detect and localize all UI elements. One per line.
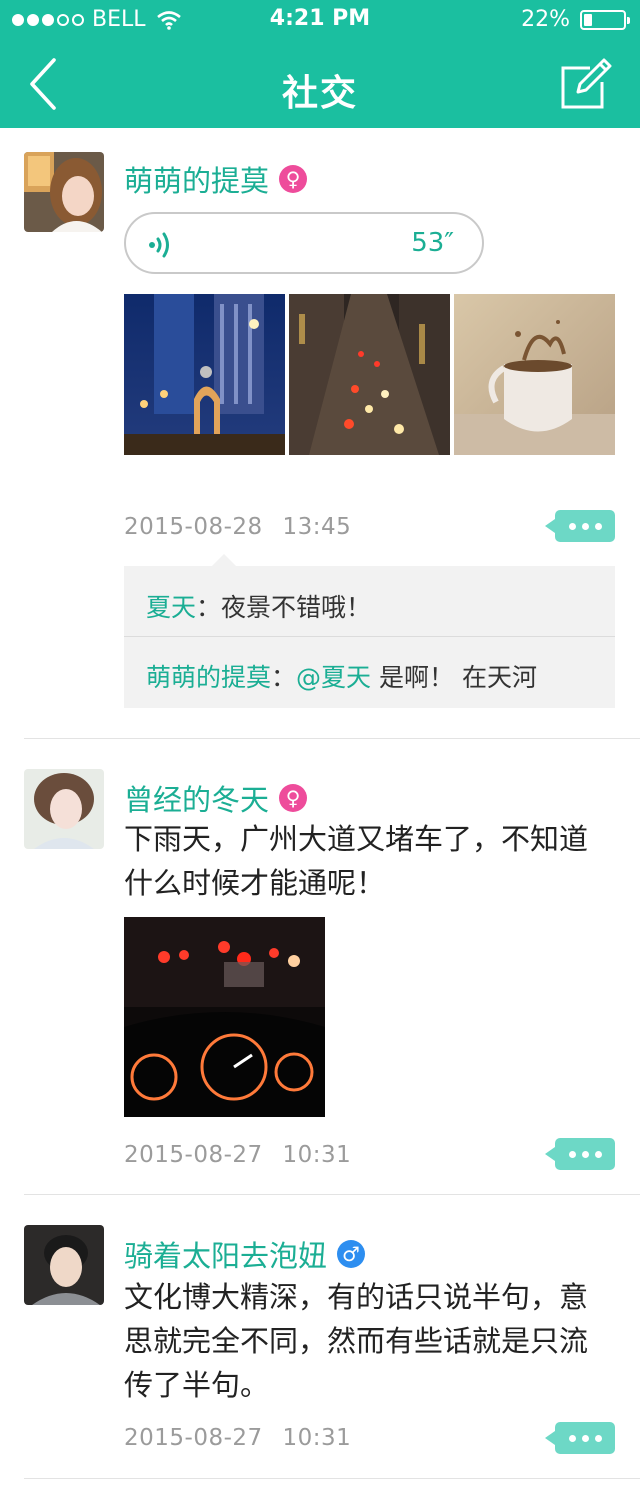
post-date: 2015-08-28 — [124, 514, 263, 540]
comment-mention[interactable]: @夏天 — [296, 663, 371, 692]
compose-button[interactable] — [560, 58, 612, 110]
female-icon: ♀ — [279, 165, 308, 193]
voice-duration: 53″ — [411, 228, 454, 258]
post-text: 文化博大精深，有的话只说半句，意思就完全不同，然而有些话就是只流传了半句。 — [124, 1280, 589, 1402]
comment-separator: ： — [271, 663, 297, 692]
comment-text: 是啊！ 在天河 — [371, 663, 537, 692]
feed-post: 骑着太阳去泡妞 ♂ 文化博大精深，有的话只说半句，意思就完全不同，然而有些话就是… — [0, 1195, 640, 1480]
dot — [568, 522, 576, 530]
username-label: 曾经的冬天 — [124, 783, 270, 817]
dot — [594, 1150, 602, 1158]
comment-item[interactable]: 萌萌的提莫：@夏天 是啊！ 在天河 — [146, 658, 537, 694]
compose-icon — [561, 58, 612, 109]
status-right: 22% — [521, 7, 630, 32]
post-timestamp: 2015-08-28 13:45 — [124, 514, 351, 540]
comment-divider — [124, 636, 615, 637]
male-icon: ♂ — [337, 1240, 366, 1268]
avatar[interactable] — [24, 1225, 104, 1305]
battery-icon — [580, 9, 630, 30]
dot — [581, 1150, 589, 1158]
comment-text: 夜景不错哦！ — [221, 593, 372, 622]
dot — [594, 522, 602, 530]
post-time: 10:31 — [282, 1425, 352, 1451]
username-label: 骑着太阳去泡妞 — [124, 1239, 328, 1273]
more-button[interactable] — [545, 1138, 615, 1170]
username-label: 萌萌的提莫 — [124, 164, 270, 198]
page-title: 社交 — [281, 73, 358, 114]
comment-list: 夏天：夜景不错哦！ 萌萌的提莫：@夏天 是啊！ 在天河 — [124, 554, 615, 708]
post-text: 下雨天，广州大道又堵车了，不知道什么时候才能通呢！ — [124, 822, 589, 900]
comment-author[interactable]: 夏天 — [146, 593, 196, 622]
post-photo[interactable] — [124, 294, 285, 455]
post-date: 2015-08-27 — [124, 1142, 263, 1168]
post-photo[interactable] — [124, 917, 325, 1117]
avatar[interactable] — [24, 152, 104, 232]
feed-post: 曾经的冬天 ♀ 下雨天，广州大道又堵车了，不知道什么时候才能通呢！ 2015-0… — [0, 739, 640, 1195]
feed-post: 萌萌的提莫 ♀ 53″ 2015-08-28 13:45 夏天：夜景不错哦！ 萌… — [0, 128, 640, 739]
comment-author[interactable]: 萌萌的提莫 — [146, 663, 271, 692]
dot — [568, 1150, 576, 1158]
post-photo[interactable] — [454, 294, 615, 455]
username[interactable]: 曾经的冬天 ♀ — [124, 777, 308, 819]
username[interactable]: 骑着太阳去泡妞 ♂ — [124, 1233, 366, 1275]
more-button[interactable] — [545, 510, 615, 542]
navigation-bar: 社交 — [0, 40, 640, 128]
female-icon: ♀ — [279, 784, 308, 812]
voice-message[interactable]: 53″ — [124, 212, 484, 274]
dot — [568, 1434, 576, 1442]
comment-separator: ： — [196, 593, 222, 622]
post-date: 2015-08-27 — [124, 1425, 263, 1451]
battery-level — [584, 13, 593, 26]
post-time: 10:31 — [282, 1142, 352, 1168]
post-timestamp: 2015-08-27 10:31 — [124, 1142, 351, 1168]
post-divider — [24, 1478, 640, 1479]
post-photo[interactable] — [289, 294, 450, 455]
post-timestamp: 2015-08-27 10:31 — [124, 1425, 351, 1451]
username[interactable]: 萌萌的提莫 ♀ — [124, 158, 308, 200]
dot — [594, 1434, 602, 1442]
comment-item[interactable]: 夏天：夜景不错哦！ — [146, 588, 371, 624]
status-bar: BELL 4:21 PM 22% — [0, 0, 640, 40]
voice-wave-icon — [149, 232, 169, 258]
battery-percent: 22% — [521, 7, 570, 32]
dot — [581, 522, 589, 530]
avatar[interactable] — [24, 769, 104, 849]
dot — [581, 1434, 589, 1442]
more-button[interactable] — [545, 1422, 615, 1454]
post-time: 13:45 — [282, 514, 352, 540]
header: BELL 4:21 PM 22% 社交 — [0, 0, 640, 128]
